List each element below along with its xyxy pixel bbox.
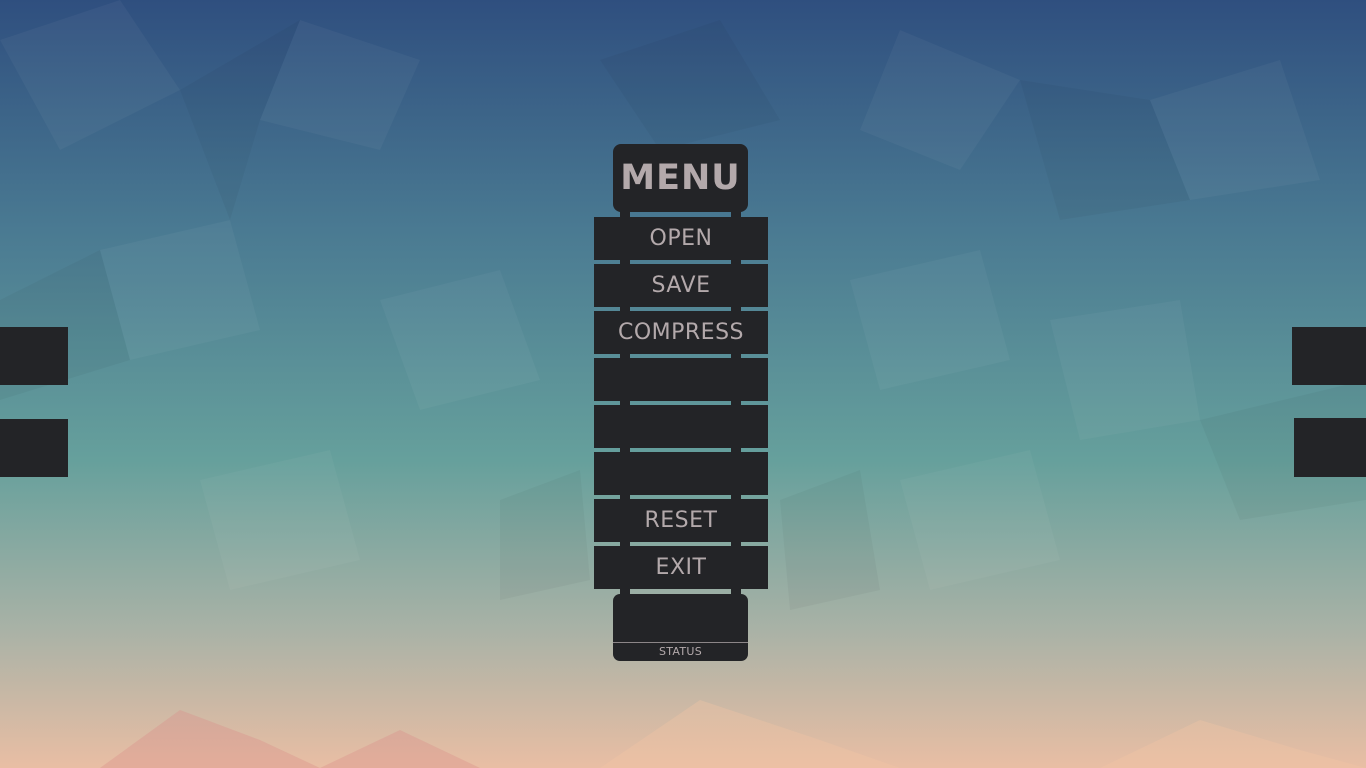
open-button[interactable]: OPEN bbox=[594, 217, 768, 260]
blank-menu-button-2[interactable] bbox=[594, 405, 768, 448]
blank-menu-button-3[interactable] bbox=[594, 452, 768, 495]
status-divider bbox=[613, 642, 748, 643]
right-side-panel-bottom[interactable] bbox=[1294, 418, 1366, 477]
right-side-panel-top[interactable] bbox=[1292, 327, 1366, 385]
left-side-panel-bottom[interactable] bbox=[0, 419, 68, 477]
status-label: STATUS bbox=[658, 645, 703, 658]
left-side-panel-top[interactable] bbox=[0, 327, 68, 385]
menu-title: MENU bbox=[613, 144, 748, 212]
status-panel: STATUS bbox=[613, 594, 748, 661]
status-value bbox=[613, 594, 748, 642]
exit-button[interactable]: EXIT bbox=[594, 546, 768, 589]
compress-button[interactable]: COMPRESS bbox=[594, 311, 768, 354]
blank-menu-button-1[interactable] bbox=[594, 358, 768, 401]
save-button[interactable]: SAVE bbox=[594, 264, 768, 307]
reset-button[interactable]: RESET bbox=[594, 499, 768, 542]
